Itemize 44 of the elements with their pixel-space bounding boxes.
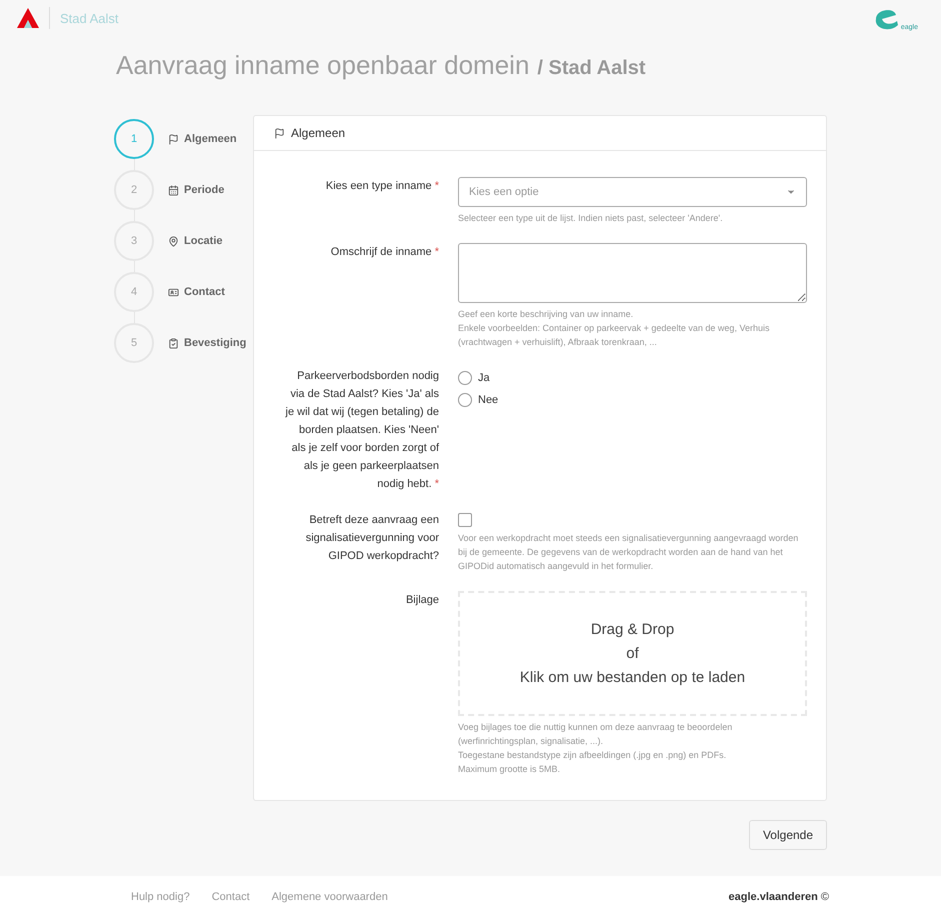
help-text: Voeg bijlages toe die nuttig kunnen om deze aanvraag te beoordelen (werfinrichtingsplan, signalisatie, ...). xyxy=(458,721,734,748)
page-title: Aanvraag inname openbaar domein xyxy=(116,50,530,81)
next-button[interactable]: Volgende xyxy=(749,820,827,850)
flag-icon xyxy=(274,128,285,138)
radio-button[interactable] xyxy=(458,371,472,385)
calendar-icon xyxy=(168,184,179,196)
required-mark: * xyxy=(434,478,439,490)
field-label: Betreft deze aanvraag een signalisatievergunning voor GIPOD werkopdracht? xyxy=(304,513,439,564)
radio-button[interactable] xyxy=(458,393,472,407)
step-label[interactable]: Bevestiging xyxy=(184,337,246,349)
step-label[interactable]: Periode xyxy=(184,184,224,196)
help-text: Voor een werkopdracht moet steeds een signalisatievergunning aangevraagd worden bij de gemeente. De gegevens van de werkopdracht worden aan de hand van het GIPODid automatisch aangevuld in het formulier. xyxy=(458,532,800,573)
help-text: Enkele voorbeelden: Container op parkeervak + gedeelte van de weg, Verhuis (vrachtwagen + verhuislift), Afbraak torenkraan, ... xyxy=(458,322,770,349)
brand-name: Stad Aalst xyxy=(60,10,119,26)
id-card-icon xyxy=(168,286,179,298)
card-title: Algemeen xyxy=(291,126,346,140)
logo-icon xyxy=(17,8,39,28)
upload-dropzone[interactable]: Drag & Drop of Klik om uw bestanden op te laden xyxy=(458,591,807,716)
field-label: Parkeerverbodsborden nodig via de Stad Aalst? Kies 'Ja' als je wil dat wij (tegen betaling) de borden plaatsen. Kies 'Neen' als je zelf voor borden zorgt of als je geen parkeerplaatsen nodig hebt. * xyxy=(284,369,439,492)
step-label[interactable]: Contact xyxy=(184,286,225,298)
description-field[interactable] xyxy=(458,243,807,303)
required-mark: * xyxy=(434,246,439,258)
help-text: Selecteer een type uit de lijst. Indien niets past, selecteer 'Andere'. xyxy=(458,212,724,225)
required-mark: * xyxy=(434,180,439,192)
field-label: Kies een type inname * xyxy=(324,179,439,194)
radio-option[interactable]: Nee xyxy=(458,389,807,411)
checkbox[interactable] xyxy=(458,513,472,527)
step-label[interactable]: Locatie xyxy=(184,235,223,247)
pin-icon xyxy=(168,236,179,246)
help-text: Geef een korte beschrijving van uw inname. xyxy=(458,308,634,321)
field-label: Omschrijf de inname * xyxy=(330,245,439,260)
page-subtitle: / Stad Aalst xyxy=(537,57,646,80)
type-select[interactable]: Kies een optie xyxy=(458,177,807,207)
field-label: Bijlage xyxy=(404,593,439,608)
radio-option[interactable]: Ja xyxy=(458,367,807,389)
footer-link[interactable]: Algemene voorwaarden xyxy=(272,891,388,903)
help-text: Toegestane bestandstype zijn afbeeldingen (.jpg en .png) en PDFs. xyxy=(458,749,728,762)
step-label[interactable]: Algemeen xyxy=(184,133,237,145)
flag-icon xyxy=(168,134,179,144)
footer-link[interactable]: Hulp nodig? xyxy=(131,891,190,903)
help-text: Maximum grootte is 5MB. xyxy=(458,763,562,776)
copyright-text: eagle.vlaanderen © xyxy=(728,891,829,903)
footer-link[interactable]: Contact xyxy=(212,891,250,903)
clipboard-check-icon xyxy=(168,338,179,348)
